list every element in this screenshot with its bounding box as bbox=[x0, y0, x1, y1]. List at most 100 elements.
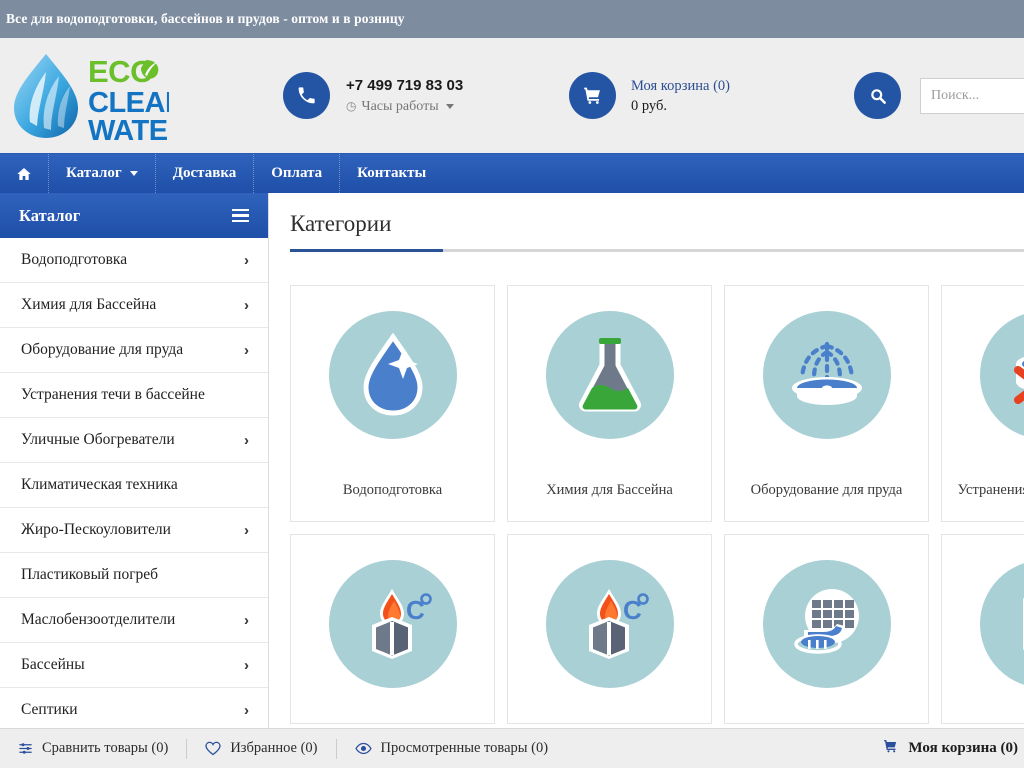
category-card-label bbox=[817, 701, 837, 723]
category-card-label bbox=[600, 701, 620, 723]
cart-total: 0 руб. bbox=[631, 97, 667, 114]
nav-item-payment[interactable]: Оплата bbox=[254, 154, 341, 193]
chevron-right-icon: › bbox=[244, 701, 249, 719]
category-card-label: Химия для Бассейна bbox=[546, 482, 673, 498]
sidebar-item-label: Бассейны bbox=[21, 656, 85, 673]
fountain-icon bbox=[762, 311, 891, 439]
site-header: ECO CLEAR WATER +7 499 719 83 03 ◷ Часы … bbox=[0, 38, 1024, 153]
compare-products-button[interactable]: Сравнить товары (0) bbox=[0, 740, 186, 757]
category-card-label: Устранения течи в бассейне bbox=[957, 482, 1024, 498]
sidebar-item-pool-chemistry[interactable]: Химия для Бассейна › bbox=[0, 283, 268, 328]
category-card-grease-trap[interactable] bbox=[724, 534, 929, 724]
chevron-right-icon: › bbox=[244, 341, 249, 359]
nav-home[interactable] bbox=[0, 154, 49, 193]
search-input[interactable] bbox=[920, 77, 1024, 114]
search-icon bbox=[870, 88, 886, 104]
header-cart-block[interactable]: Моя корзина (0) 0 руб. bbox=[569, 72, 730, 119]
working-hours-label: Часы работы bbox=[361, 98, 439, 114]
phone-icon[interactable] bbox=[283, 72, 330, 119]
chevron-right-icon: › bbox=[244, 611, 249, 629]
cart-title[interactable]: Моя корзина (0) bbox=[631, 77, 730, 95]
bottom-cart-button[interactable]: Моя корзина (0) bbox=[882, 738, 1024, 759]
sidebar-item-vodopodgotovka[interactable]: Водоподготовка › bbox=[0, 238, 268, 283]
nav-label-delivery: Доставка bbox=[172, 165, 237, 181]
nav-label-payment: Оплата bbox=[271, 165, 323, 181]
sidebar-item-septic-tanks[interactable]: Септики › bbox=[0, 688, 268, 733]
sidebar-item-label: Климатическая техника bbox=[21, 476, 178, 493]
main-navigation: Каталог Доставка Оплата Контакты bbox=[0, 153, 1024, 193]
category-card-leak-repair[interactable]: Устранения течи в бассейне bbox=[941, 285, 1024, 522]
sidebar-item-climate-tech[interactable]: Климатическая техника bbox=[0, 463, 268, 508]
nav-item-delivery[interactable]: Доставка bbox=[156, 154, 255, 193]
heart-icon bbox=[205, 741, 221, 756]
sidebar-header[interactable]: Каталог bbox=[0, 193, 268, 238]
phone-handset-icon bbox=[298, 87, 315, 104]
sidebar-item-outdoor-heaters[interactable]: Уличные Обогреватели › bbox=[0, 418, 268, 463]
heater-flame-icon: C bbox=[328, 560, 457, 688]
title-underline bbox=[290, 249, 1024, 252]
grease-trap-icon bbox=[762, 560, 891, 688]
clock-icon: ◷ bbox=[346, 99, 357, 113]
category-card-pond-equipment[interactable]: Оборудование для пруда bbox=[724, 285, 929, 522]
sidebar-item-label: Устранения течи в бассейне bbox=[21, 386, 205, 403]
chevron-right-icon: › bbox=[244, 431, 249, 449]
cart-icon bbox=[882, 738, 899, 759]
category-card-separator-tank[interactable] bbox=[941, 534, 1024, 724]
sidebar-item-plastic-cellar[interactable]: Пластиковый погреб bbox=[0, 553, 268, 598]
svg-text:WATER: WATER bbox=[88, 115, 169, 142]
nav-item-contacts[interactable]: Контакты bbox=[340, 154, 443, 193]
sidebar-item-leak-repair[interactable]: Устранения течи в бассейне bbox=[0, 373, 268, 418]
page-body: Каталог Водоподготовка › Химия для Бассе… bbox=[0, 193, 1024, 733]
phone-number[interactable]: +7 499 719 83 03 bbox=[346, 77, 463, 95]
sidebar-item-label: Оборудование для пруда bbox=[21, 341, 184, 358]
category-grid-row-2: C C bbox=[290, 534, 1024, 724]
site-logo[interactable]: ECO CLEAR WATER bbox=[0, 38, 270, 153]
working-hours-toggle[interactable]: ◷ Часы работы bbox=[346, 99, 463, 115]
category-card-vodopodgotovka[interactable]: Водоподготовка bbox=[290, 285, 495, 522]
sidebar-item-label: Маслобензоотделители bbox=[21, 611, 176, 628]
bottom-toolbar: Сравнить товары (0) Избранное (0) Просмо… bbox=[0, 728, 1024, 768]
nav-label-catalog: Каталог bbox=[66, 165, 122, 181]
separator-tank-icon bbox=[979, 560, 1024, 688]
chevron-right-icon: › bbox=[244, 521, 249, 539]
header-search-block bbox=[854, 72, 1024, 119]
eye-icon bbox=[354, 742, 372, 755]
chevron-down-icon bbox=[129, 171, 138, 176]
hamburger-menu-icon[interactable] bbox=[232, 208, 249, 223]
search-button[interactable] bbox=[854, 72, 901, 119]
cart-icon-button[interactable] bbox=[569, 72, 616, 119]
sidebar-item-label: Пластиковый погреб bbox=[21, 566, 159, 583]
compare-products-label: Сравнить товары (0) bbox=[42, 740, 169, 756]
sidebar-item-label: Уличные Обогреватели bbox=[21, 431, 175, 448]
sidebar-item-label: Септики bbox=[21, 701, 78, 718]
nav-item-catalog[interactable]: Каталог bbox=[49, 154, 156, 193]
category-card-outdoor-heater-1[interactable]: C bbox=[290, 534, 495, 724]
category-card-pool-chemistry[interactable]: Химия для Бассейна bbox=[507, 285, 712, 522]
catalog-sidebar: Каталог Водоподготовка › Химия для Бассе… bbox=[0, 193, 269, 733]
shopping-cart-icon bbox=[584, 87, 600, 104]
category-card-outdoor-heater-2[interactable]: C bbox=[507, 534, 712, 724]
sidebar-title: Каталог bbox=[19, 205, 81, 225]
chevron-right-icon: › bbox=[244, 656, 249, 674]
viewed-products-label: Просмотренные товары (0) bbox=[380, 740, 549, 756]
chevron-right-icon: › bbox=[244, 251, 249, 269]
sidebar-item-label: Химия для Бассейна bbox=[21, 296, 157, 313]
sidebar-item-pond-equipment[interactable]: Оборудование для пруда › bbox=[0, 328, 268, 373]
flask-icon bbox=[545, 311, 674, 439]
header-phone-block: +7 499 719 83 03 ◷ Часы работы bbox=[283, 72, 463, 119]
sidebar-item-oil-separators[interactable]: Маслобензоотделители › bbox=[0, 598, 268, 643]
sidebar-item-pools[interactable]: Бассейны › bbox=[0, 643, 268, 688]
compare-icon bbox=[18, 741, 33, 756]
main-content: Категории Водоподготовка Химия для Бассе… bbox=[269, 193, 1024, 731]
sidebar-item-label: Жиро-Пескоуловители bbox=[21, 521, 171, 538]
bottom-cart-label: Моя корзина (0) bbox=[908, 740, 1018, 756]
sidebar-item-grease-traps[interactable]: Жиро-Пескоуловители › bbox=[0, 508, 268, 553]
viewed-products-button[interactable]: Просмотренные товары (0) bbox=[337, 740, 567, 757]
sidebar-item-label: Водоподготовка bbox=[21, 251, 128, 268]
top-announcement-bar: Все для водоподготовки, бассейнов и пруд… bbox=[0, 0, 1024, 38]
category-card-label bbox=[383, 701, 403, 723]
category-card-label: Водоподготовка bbox=[342, 482, 443, 498]
favorites-label: Избранное (0) bbox=[230, 740, 318, 756]
favorites-button[interactable]: Избранное (0) bbox=[187, 740, 335, 757]
chevron-right-icon: › bbox=[244, 296, 249, 314]
